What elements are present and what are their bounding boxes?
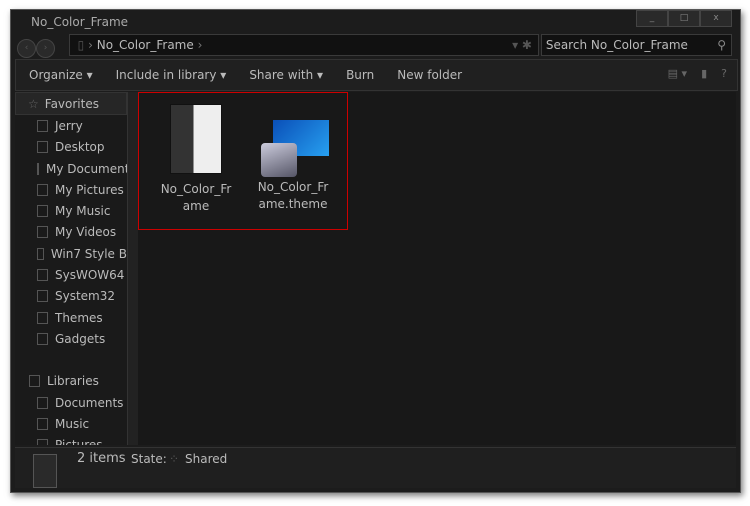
help-icon[interactable]: ? <box>721 67 727 80</box>
sidebar-item-label: My Documents <box>46 161 127 176</box>
file-item-theme[interactable]: No_Color_Frame.theme <box>245 100 341 213</box>
status-bar: 2 items State: ⁘ Shared <box>15 447 736 488</box>
close-button[interactable]: x <box>700 10 732 27</box>
sidebar-item-label: Documents <box>55 395 124 410</box>
sidebar-item[interactable]: System32 <box>15 286 127 307</box>
sidebar-item[interactable]: Jerry <box>15 115 127 136</box>
sidebar-item[interactable]: My Documents <box>15 158 127 179</box>
folder-icon <box>37 183 48 196</box>
sidebar-favorites[interactable]: ☆ Favorites <box>15 92 127 116</box>
folder-icon <box>37 396 48 409</box>
shared-icon: ⁘ <box>169 452 180 466</box>
sidebar-item[interactable]: My Music <box>15 200 127 221</box>
organize-button[interactable]: Organize ▾ <box>29 68 93 82</box>
refresh-icon[interactable]: ▾ ✱ <box>512 35 532 55</box>
sidebar-item[interactable]: Win7 Style B <box>15 243 127 264</box>
state-value: Shared <box>185 452 228 466</box>
sidebar-item-label: Themes <box>55 310 103 325</box>
folder-icon <box>37 162 39 175</box>
folder-icon <box>37 417 48 430</box>
folder-icon <box>37 332 48 345</box>
folder-icon <box>37 269 48 282</box>
file-item-folder[interactable]: No_Color_Frame <box>148 100 244 215</box>
explorer-window: No_Color_Frame _ □ x ‹ › ▯ › No_Color_Fra… <box>10 9 741 493</box>
breadcrumb[interactable]: No_Color_Frame <box>97 38 194 52</box>
burn-button[interactable]: Burn <box>346 68 374 82</box>
folder-icon <box>33 454 57 488</box>
sidebar-item-label: Jerry <box>55 118 83 133</box>
sidebar-item-label: My Videos <box>55 225 117 240</box>
library-icon <box>29 375 40 388</box>
folder-icon <box>37 226 48 239</box>
search-icon[interactable]: ⚲ <box>717 35 726 55</box>
sidebar-item[interactable]: Gadgets <box>15 328 127 349</box>
sidebar-item[interactable]: My Videos <box>15 222 127 243</box>
window-title: No_Color_Frame <box>31 15 129 29</box>
file-view: No_Color_Frame No_Color_Frame.theme <box>138 92 736 445</box>
share-with-button[interactable]: Share with ▾ <box>249 68 323 82</box>
file-name: No_Color_Frame.theme <box>257 180 329 211</box>
nav-scrollbar[interactable] <box>127 92 138 445</box>
view-icon[interactable]: ▤ ▾ <box>668 67 687 80</box>
item-count: 2 items <box>77 451 126 466</box>
sidebar-item[interactable]: Themes <box>15 307 127 328</box>
search-placeholder: Search No_Color_Frame <box>545 38 688 52</box>
folder-icon <box>37 311 48 324</box>
include-in-library-button[interactable]: Include in library ▾ <box>116 68 227 82</box>
sidebar-item[interactable]: My Pictures <box>15 179 127 200</box>
search-input[interactable]: Search No_Color_Frame ⚲ <box>541 34 732 56</box>
sidebar-item[interactable]: Documents <box>15 392 127 413</box>
sidebar-item-label: Music <box>55 416 90 431</box>
folder-icon <box>37 205 48 218</box>
sidebar-item[interactable]: Pictures <box>15 434 127 445</box>
maximize-button[interactable]: □ <box>668 10 700 27</box>
folder-icon <box>37 290 48 303</box>
favorites-label: Favorites <box>44 96 99 111</box>
preview-pane-icon[interactable]: ▮ <box>701 67 707 80</box>
sidebar-item-label: SysWOW64 <box>55 268 125 283</box>
folder-icon <box>37 141 48 154</box>
file-name: No_Color_Frame <box>160 182 232 213</box>
sidebar-item-label: My Music <box>55 204 111 219</box>
forward-button[interactable]: › <box>36 39 55 58</box>
sidebar-item-label: Gadgets <box>55 331 106 346</box>
sidebar-item-label: System32 <box>55 289 116 304</box>
sidebar-item[interactable]: Music <box>15 413 127 434</box>
libraries-label: Libraries <box>47 374 99 389</box>
back-button[interactable]: ‹ <box>17 39 36 58</box>
theme-icon <box>255 104 331 177</box>
sidebar-item[interactable]: Desktop <box>15 137 127 158</box>
sidebar-libraries[interactable]: Libraries <box>15 371 127 392</box>
address-bar[interactable]: ▯ › No_Color_Frame › ▾ ✱ <box>69 34 539 56</box>
sidebar-item-label: My Pictures <box>55 182 124 197</box>
folder-icon <box>170 104 222 174</box>
folder-icon <box>37 247 44 260</box>
folder-icon: ▯ <box>77 38 85 52</box>
sidebar-item-label: Pictures <box>55 438 103 445</box>
navigation-pane: ☆ Favorites Jerry Desktop My Documents My Pi… <box>15 92 127 445</box>
sidebar-item-label: Win7 Style B <box>50 246 127 261</box>
sidebar-item-label: Desktop <box>55 140 105 155</box>
toolbar: Organize ▾ Include in library ▾ Share wi… <box>15 59 738 91</box>
sidebar-item[interactable]: SysWOW64 <box>15 264 127 285</box>
minimize-button[interactable]: _ <box>636 10 668 27</box>
folder-icon <box>37 439 48 445</box>
new-folder-button[interactable]: New folder <box>397 68 462 82</box>
state-label: State: <box>131 452 167 466</box>
star-icon: ☆ <box>28 96 39 111</box>
folder-icon <box>37 119 48 132</box>
